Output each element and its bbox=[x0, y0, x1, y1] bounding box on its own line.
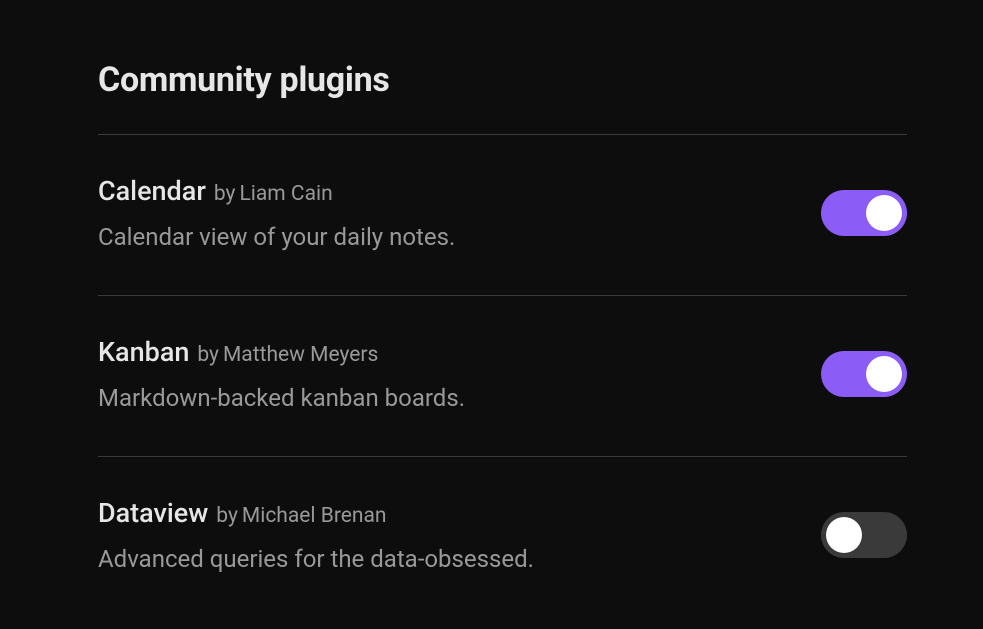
plugin-name: Calendar bbox=[98, 175, 206, 207]
page-title: Community plugins bbox=[98, 60, 907, 100]
plugin-name: Kanban bbox=[98, 336, 189, 368]
community-plugins-panel: Community plugins Calendar by Liam Cain … bbox=[0, 0, 983, 617]
plugin-info: Calendar by Liam Cain Calendar view of y… bbox=[98, 175, 821, 251]
plugin-description: Calendar view of your daily notes. bbox=[98, 223, 821, 251]
plugin-author: Liam Cain bbox=[239, 182, 332, 206]
plugin-toggle-dataview[interactable] bbox=[821, 512, 907, 558]
plugin-info: Kanban by Matthew Meyers Markdown-backed… bbox=[98, 336, 821, 412]
plugin-info: Dataview by Michael Brenan Advanced quer… bbox=[98, 497, 821, 573]
plugin-description: Markdown-backed kanban boards. bbox=[98, 384, 821, 412]
toggle-knob bbox=[866, 195, 902, 231]
plugin-description: Advanced queries for the data-obsessed. bbox=[98, 545, 821, 573]
plugin-title-line: Kanban by Matthew Meyers bbox=[98, 336, 821, 368]
plugin-row-kanban: Kanban by Matthew Meyers Markdown-backed… bbox=[98, 296, 907, 456]
toggle-knob bbox=[866, 356, 902, 392]
plugin-title-line: Calendar by Liam Cain bbox=[98, 175, 821, 207]
toggle-knob bbox=[826, 517, 862, 553]
plugin-name: Dataview bbox=[98, 497, 208, 529]
plugin-toggle-kanban[interactable] bbox=[821, 351, 907, 397]
plugin-by-label: by bbox=[216, 504, 238, 528]
plugin-author: Matthew Meyers bbox=[223, 343, 378, 367]
plugin-toggle-calendar[interactable] bbox=[821, 190, 907, 236]
plugin-title-line: Dataview by Michael Brenan bbox=[98, 497, 821, 529]
plugin-by-label: by bbox=[214, 182, 236, 206]
plugin-author: Michael Brenan bbox=[242, 504, 387, 528]
plugin-row-calendar: Calendar by Liam Cain Calendar view of y… bbox=[98, 135, 907, 295]
plugin-by-label: by bbox=[197, 343, 219, 367]
plugin-row-dataview: Dataview by Michael Brenan Advanced quer… bbox=[98, 457, 907, 617]
